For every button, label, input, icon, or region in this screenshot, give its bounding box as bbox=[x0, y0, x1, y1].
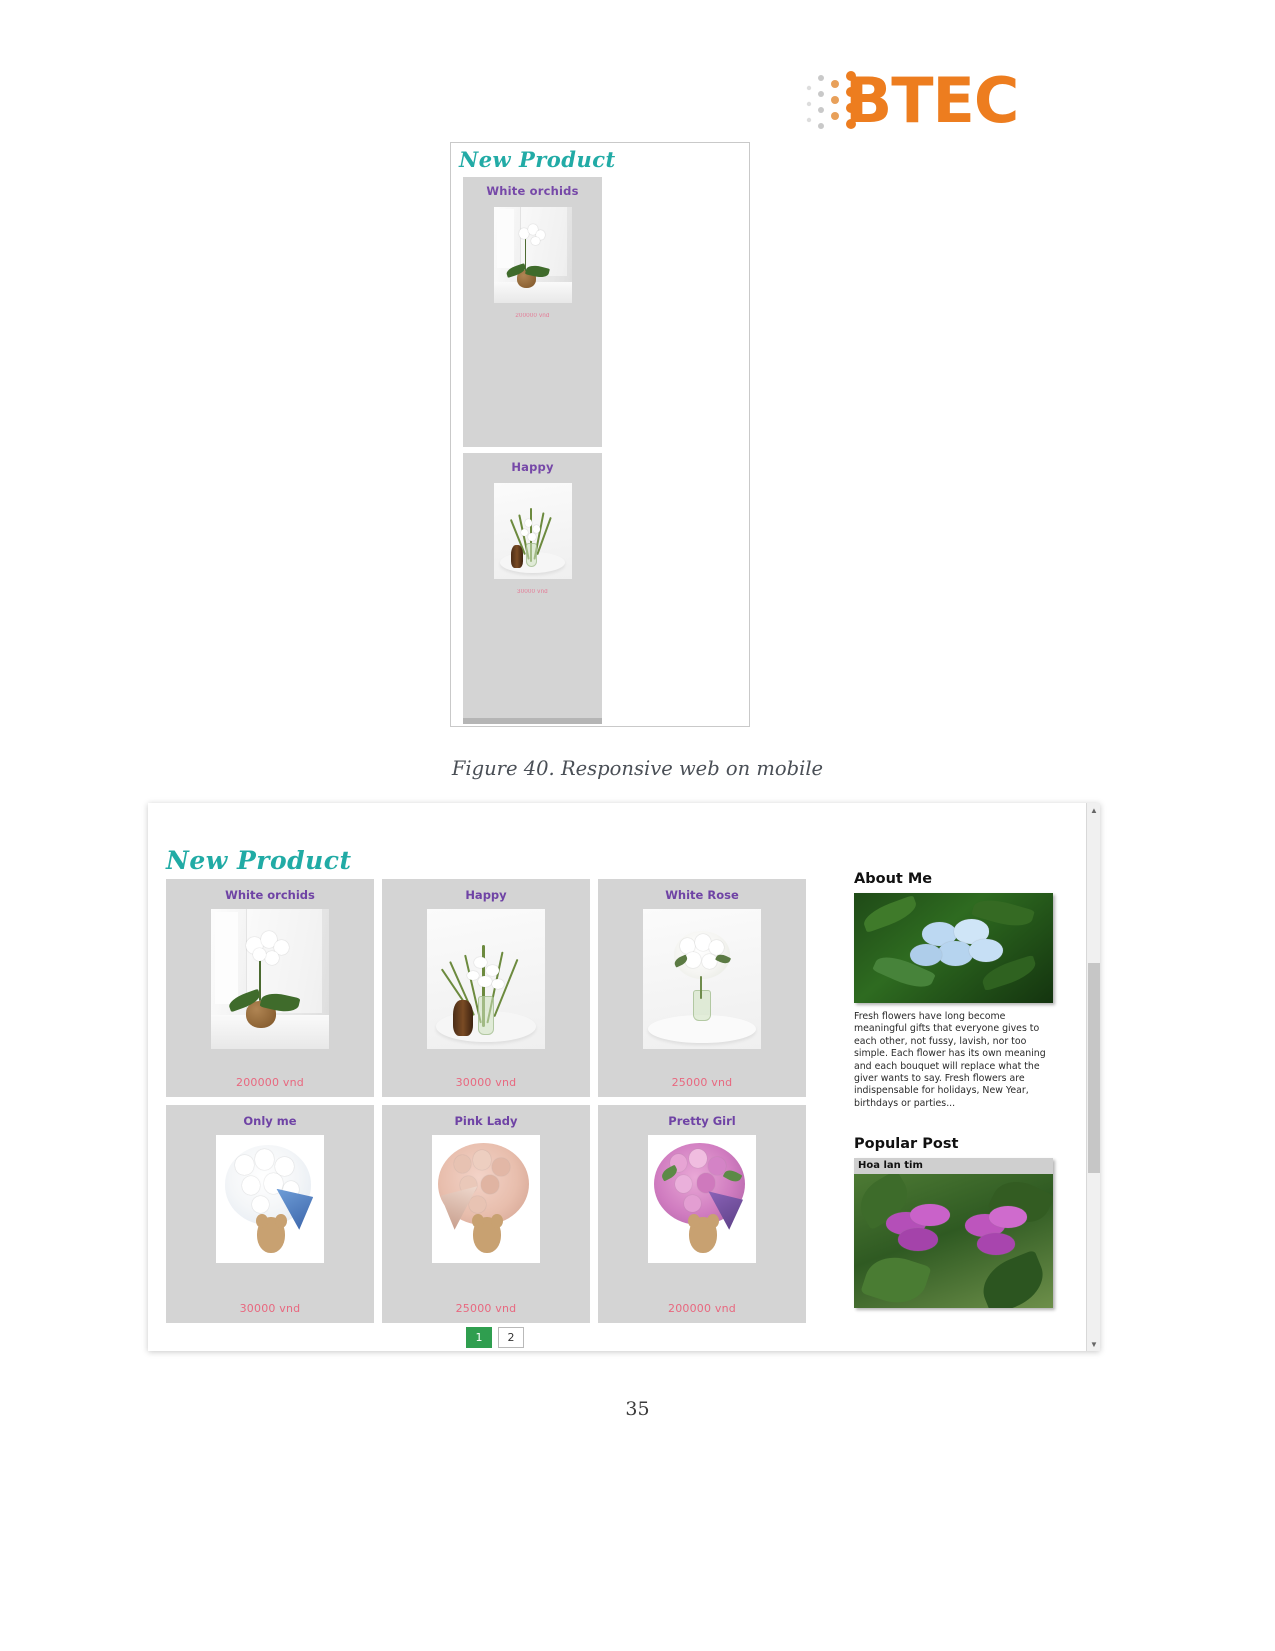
mobile-product-card[interactable]: Happy 30000 vnd bbox=[463, 453, 602, 723]
product-image bbox=[432, 1135, 540, 1263]
scroll-up-arrow-icon[interactable]: ▲ bbox=[1087, 803, 1100, 817]
product-grid-row: Only me 30000 vnd Pink Lady 25000 vnd Pr… bbox=[166, 1105, 846, 1323]
about-me-heading: About Me bbox=[854, 871, 933, 887]
mobile-product-price: 30000 vnd bbox=[517, 589, 548, 595]
mobile-product-image bbox=[493, 483, 572, 579]
product-card[interactable]: White orchids 200000 vnd bbox=[166, 879, 374, 1097]
product-title: Happy bbox=[465, 888, 507, 902]
about-me-text: Fresh flowers have long become meaningfu… bbox=[854, 1011, 1046, 1109]
document-page: BTEC New Product White orchids 200000 vn… bbox=[0, 0, 1275, 1651]
pagination: 1 2 bbox=[466, 1327, 524, 1348]
product-title: Pink Lady bbox=[454, 1114, 518, 1128]
mobile-product-title: Happy bbox=[511, 460, 554, 474]
desktop-vertical-scrollbar[interactable]: ▲ ▼ bbox=[1086, 803, 1100, 1351]
product-image bbox=[643, 909, 761, 1049]
product-card[interactable]: Pink Lady 25000 vnd bbox=[382, 1105, 590, 1323]
product-card[interactable]: White Rose 25000 vnd bbox=[598, 879, 806, 1097]
figure-caption: Figure 40. Responsive web on mobile bbox=[451, 757, 824, 780]
popular-post-card[interactable]: Hoa lan tim bbox=[854, 1158, 1053, 1309]
scroll-down-arrow-icon[interactable]: ▼ bbox=[1087, 1337, 1100, 1351]
btec-logo: BTEC bbox=[805, 62, 1050, 142]
popular-post-heading: Popular Post bbox=[854, 1136, 959, 1153]
btec-wordmark: BTEC bbox=[845, 64, 1019, 137]
product-image bbox=[648, 1135, 756, 1263]
product-image bbox=[216, 1135, 324, 1263]
popular-post-title: Hoa lan tim bbox=[858, 1160, 923, 1172]
product-price: 200000 vnd bbox=[236, 1076, 304, 1089]
product-title: Only me bbox=[243, 1114, 297, 1128]
desktop-screenshot: New Product White orchids 200000 vnd Hap… bbox=[148, 803, 1100, 1351]
pagination-page-2[interactable]: 2 bbox=[498, 1327, 524, 1348]
product-card[interactable]: Happy 30000 vnd bbox=[382, 879, 590, 1097]
product-price: 30000 vnd bbox=[455, 1076, 517, 1089]
sidebar: About Me Fresh flowers have long become … bbox=[854, 871, 1060, 1309]
product-title: White Rose bbox=[665, 888, 739, 902]
mobile-new-product-heading: New Product bbox=[459, 147, 616, 172]
popular-post-image bbox=[854, 1174, 1053, 1309]
product-price: 25000 vnd bbox=[671, 1076, 733, 1089]
product-price: 25000 vnd bbox=[455, 1302, 517, 1315]
product-image bbox=[211, 909, 329, 1049]
mobile-product-card[interactable]: White orchids 200000 vnd bbox=[463, 177, 602, 447]
mobile-product-price: 200000 vnd bbox=[515, 313, 550, 319]
product-price: 30000 vnd bbox=[239, 1302, 301, 1315]
mobile-product-image bbox=[493, 207, 572, 303]
mobile-horizontal-scrollbar[interactable] bbox=[463, 718, 602, 724]
desktop-new-product-heading: New Product bbox=[166, 846, 352, 875]
mobile-product-title: White orchids bbox=[486, 184, 579, 198]
product-title: Pretty Girl bbox=[668, 1114, 736, 1128]
scrollbar-thumb[interactable] bbox=[1088, 963, 1100, 1173]
product-image bbox=[427, 909, 545, 1049]
product-card[interactable]: Only me 30000 vnd bbox=[166, 1105, 374, 1323]
about-me-image bbox=[854, 893, 1053, 1003]
product-grid-row: White orchids 200000 vnd Happy 30000 vnd… bbox=[166, 879, 846, 1097]
mobile-screenshot: New Product White orchids 200000 vnd Hap… bbox=[450, 142, 750, 727]
product-grid: White orchids 200000 vnd Happy 30000 vnd… bbox=[166, 879, 846, 1331]
product-card[interactable]: Pretty Girl 200000 vnd bbox=[598, 1105, 806, 1323]
product-title: White orchids bbox=[225, 888, 315, 902]
page-number: 35 bbox=[625, 1398, 650, 1420]
product-price: 200000 vnd bbox=[668, 1302, 736, 1315]
pagination-page-1[interactable]: 1 bbox=[466, 1327, 492, 1348]
